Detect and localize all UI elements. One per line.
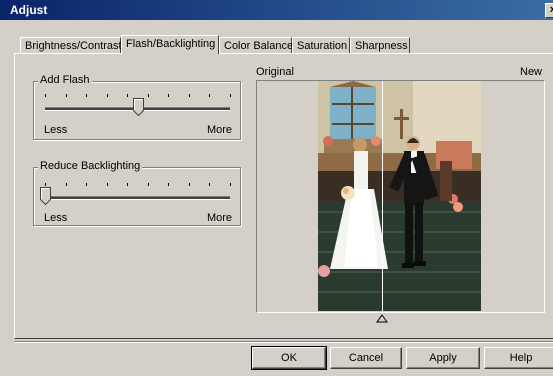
split-handle-icon[interactable] [376, 314, 388, 323]
reduce-backlighting-tick [189, 183, 190, 186]
reduce-backlighting-tick [107, 183, 108, 186]
reduce-backlighting-group: Reduce Backlighting Less More [33, 160, 241, 226]
reduce-backlighting-tick [230, 183, 231, 186]
tab-sharpness[interactable]: Sharpness [350, 37, 410, 54]
tab-saturation[interactable]: Saturation [292, 37, 350, 54]
reduce-backlighting-tick [66, 183, 67, 186]
cancel-button[interactable]: Cancel [330, 347, 402, 369]
reduce-backlighting-thumb[interactable] [40, 187, 51, 206]
apply-button[interactable]: Apply [406, 347, 480, 369]
preview-pane [256, 80, 545, 313]
preview-photo [318, 81, 481, 311]
ok-button[interactable]: OK [251, 346, 327, 370]
reduce-backlighting-min-label: Less [44, 212, 68, 224]
add-flash-tick [86, 94, 87, 97]
add-flash-tick [45, 94, 46, 97]
add-flash-tick [189, 94, 190, 97]
reduce-backlighting-tick [148, 183, 149, 186]
add-flash-tick [66, 94, 67, 97]
reduce-backlighting-track[interactable] [45, 196, 230, 200]
original-label: Original [256, 66, 294, 78]
add-flash-tick [107, 94, 108, 97]
reduce-backlighting-tick [86, 183, 87, 186]
reduce-backlighting-tick [45, 183, 46, 186]
add-flash-tick [230, 94, 231, 97]
add-flash-tick [168, 94, 169, 97]
add-flash-group: Add Flash Less More [33, 74, 241, 140]
reduce-backlighting-max-label: More [206, 212, 232, 224]
tab-color-balance[interactable]: Color Balance [219, 37, 293, 54]
split-line [382, 81, 383, 311]
add-flash-tick [127, 94, 128, 97]
add-flash-min-label: Less [44, 124, 68, 136]
close-button[interactable]: × [545, 3, 553, 18]
tab-flash-backlighting[interactable]: Flash/Backlighting [121, 35, 219, 54]
add-flash-max-label: More [206, 124, 232, 136]
add-flash-tick [148, 94, 149, 97]
title-bar: Adjust × [0, 0, 553, 20]
add-flash-title: Add Flash [38, 74, 92, 86]
new-label: New [520, 66, 543, 78]
reduce-backlighting-tick [127, 183, 128, 186]
tab-brightness-contrast[interactable]: Brightness/Contrast [20, 37, 122, 54]
reduce-backlighting-tick [209, 183, 210, 186]
add-flash-tick [209, 94, 210, 97]
window-title: Adjust [10, 3, 48, 17]
add-flash-thumb[interactable] [133, 98, 144, 117]
reduce-backlighting-title: Reduce Backlighting [38, 160, 143, 172]
button-separator [14, 341, 553, 343]
help-button[interactable]: Help [484, 347, 553, 369]
reduce-backlighting-tick [168, 183, 169, 186]
